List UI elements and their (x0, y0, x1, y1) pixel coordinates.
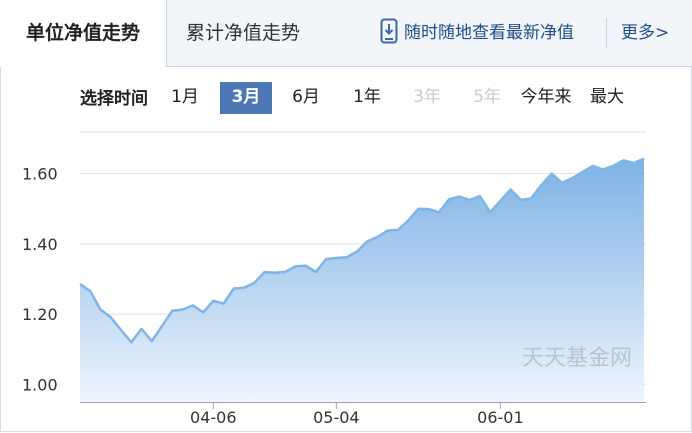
period-option-3y: 3年 (413, 87, 441, 107)
y-tick-label: 1.00 (22, 375, 58, 394)
watermark: 天天基金网 (522, 346, 632, 371)
tab-cumulative-nav[interactable]: 累计净值走势 (186, 0, 300, 66)
period-selector-label: 选择时间 (80, 89, 148, 109)
nav-area-chart: 1.00 1.20 1.40 1.60 04-06 05-04 06-01 天天基金网 (22, 131, 646, 427)
x-tick-label: 06-01 (477, 408, 524, 427)
period-option-5y: 5年 (473, 87, 501, 107)
x-tick-label: 04-06 (190, 408, 237, 427)
y-tick-label: 1.20 (22, 305, 58, 324)
y-tick-label: 1.40 (22, 235, 58, 254)
mobile-phone-icon (380, 18, 398, 44)
mobile-promo-link[interactable]: 随时随地查看最新净值 (380, 0, 574, 66)
period-option-ytd[interactable]: 今年来 (514, 82, 578, 114)
mobile-promo-text: 随时随地查看最新净值 (404, 23, 574, 43)
tab-unit-nav[interactable]: 单位净值走势 (0, 0, 167, 67)
y-tick-label: 1.60 (22, 165, 58, 184)
tab-bar: 单位净值走势 累计净值走势 随时随地查看最新净值 更多> (0, 0, 692, 67)
divider (606, 18, 607, 48)
more-link[interactable]: 更多> (621, 0, 669, 66)
x-tick-label: 05-04 (313, 408, 360, 427)
period-option-6m[interactable]: 6月 (283, 82, 329, 114)
period-option-1m[interactable]: 1月 (162, 82, 208, 114)
period-option-1y[interactable]: 1年 (344, 82, 390, 114)
period-option-max[interactable]: 最大 (584, 82, 630, 114)
period-option-3m[interactable]: 3月 (220, 82, 272, 114)
